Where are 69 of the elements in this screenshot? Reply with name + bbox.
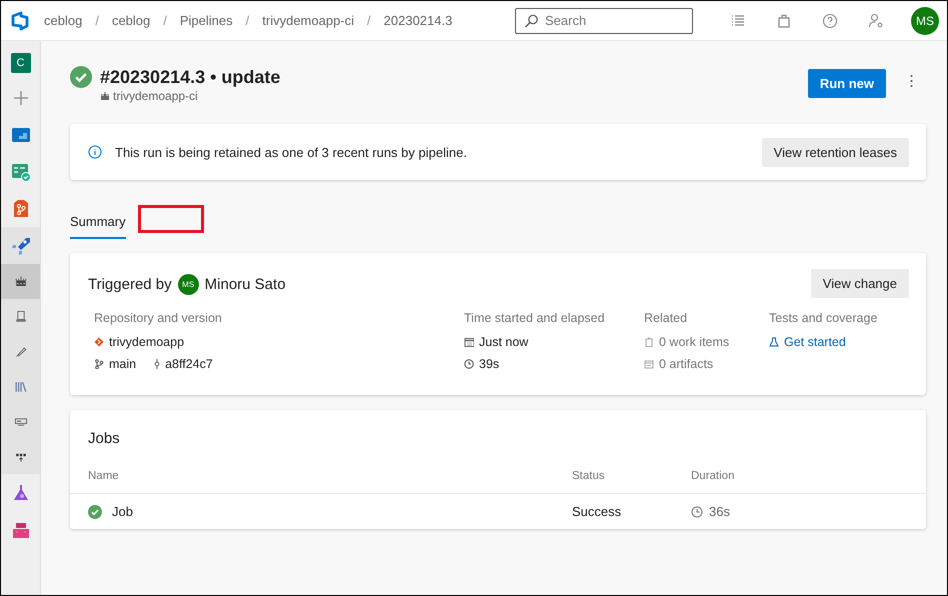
user-settings-button[interactable] xyxy=(868,12,884,28)
column-heading: Tests and coverage xyxy=(769,311,878,325)
repository-name: trivydemoapp xyxy=(109,335,184,349)
commit-icon xyxy=(154,359,160,369)
success-icon xyxy=(88,504,102,518)
user-name: Minoru Sato xyxy=(204,276,286,293)
run-new-button[interactable]: Run new xyxy=(808,69,886,98)
column-header: Duration xyxy=(691,470,736,482)
pipelines-icon xyxy=(10,236,30,256)
artifact-icon xyxy=(644,359,654,369)
triggered-by-label: Triggered by xyxy=(88,276,172,293)
shopping-bag-button[interactable] xyxy=(776,12,792,28)
clock-icon xyxy=(691,506,703,518)
breadcrumb-link[interactable]: ceblog xyxy=(44,13,82,28)
related-count: 0 artifacts xyxy=(659,357,714,371)
beaker-icon xyxy=(769,337,779,347)
tab[interactable]: Summary xyxy=(70,214,126,238)
view-change-button[interactable]: View change xyxy=(810,269,909,298)
job-status: Success xyxy=(572,504,622,519)
banner-message: This run is being retained as one of 3 recent runs by pipeline. xyxy=(115,144,468,160)
commit-id[interactable]: a8ff24c7 xyxy=(165,357,213,371)
user-avatar[interactable]: MS xyxy=(911,6,939,34)
search-icon xyxy=(524,14,538,28)
search-field[interactable]: Search xyxy=(515,8,693,34)
project-tile[interactable]: C xyxy=(10,53,30,73)
breadcrumb-link[interactable]: Pipelines xyxy=(180,13,233,28)
info-icon xyxy=(88,145,102,159)
breadcrumb-separator: / xyxy=(163,13,167,28)
help-button[interactable] xyxy=(822,12,838,28)
breadcrumb-link[interactable]: trivydemoapp-ci xyxy=(262,13,354,28)
nav-item[interactable] xyxy=(1,264,40,299)
boards-icon xyxy=(10,162,30,182)
shopping-bag-icon xyxy=(776,12,792,28)
get-started-link[interactable]: Get started xyxy=(784,335,846,349)
breadcrumb-separator: / xyxy=(95,13,99,28)
breadcrumb-separator: / xyxy=(367,13,371,28)
elapsed-time: 39s xyxy=(479,357,500,371)
start-time: Just now xyxy=(479,335,528,349)
breadcrumb-link[interactable]: 20230214.3 xyxy=(384,13,452,28)
help-icon xyxy=(822,12,838,28)
clipboard-icon xyxy=(644,337,654,347)
jobs-title: Jobs xyxy=(87,429,121,449)
job-name: Job xyxy=(112,504,133,519)
column-heading: Repository and version xyxy=(94,311,223,325)
calendar-icon xyxy=(464,337,474,347)
column-heading: Time started and elapsed xyxy=(464,311,606,325)
list-icon xyxy=(730,12,746,28)
breadcrumb-link[interactable]: ceblog xyxy=(112,13,150,28)
pipeline-icon xyxy=(100,91,110,101)
job-duration: 36s xyxy=(709,504,730,519)
repo-icon xyxy=(94,337,104,347)
column-heading: Related xyxy=(644,311,688,325)
success-icon xyxy=(70,66,92,88)
view-retention-leases-button[interactable]: View retention leases xyxy=(762,138,909,166)
branch-name: main xyxy=(109,357,136,371)
azure-devops-logo xyxy=(10,10,30,30)
user-settings-icon xyxy=(868,12,884,28)
related-count: 0 work items xyxy=(659,335,730,349)
column-header: Name xyxy=(88,470,120,482)
breadcrumb-separator: / xyxy=(246,13,250,28)
more-icon xyxy=(910,74,912,88)
column-header: Status xyxy=(572,470,606,482)
list-button[interactable] xyxy=(730,12,746,28)
clock-icon xyxy=(464,359,474,369)
user-avatar: MS xyxy=(178,274,199,295)
pipeline-name[interactable]: trivydemoapp-ci xyxy=(113,89,198,103)
run-title: #20230214.3 • update xyxy=(100,66,282,88)
branch-icon xyxy=(94,359,104,369)
job-row[interactable]: Job Success 36s xyxy=(70,494,926,529)
